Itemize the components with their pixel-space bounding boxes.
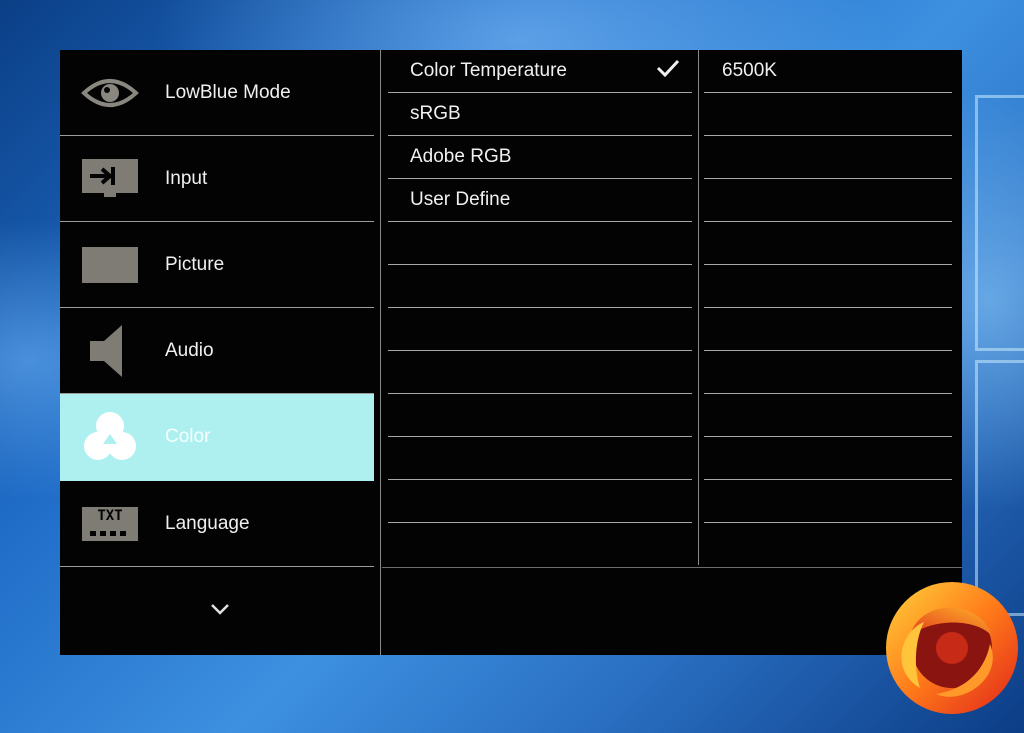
menu-item-label: Picture [165, 253, 225, 275]
value-item-label: 6500K [722, 60, 777, 81]
value-empty-row [704, 523, 952, 565]
value-empty-row [704, 394, 952, 437]
input-icon [75, 154, 145, 204]
value-empty-row [704, 179, 952, 222]
txt-icon-text: TXT [97, 507, 123, 524]
menu-item-language[interactable]: TXT Language [60, 481, 374, 567]
color-circles-icon [75, 412, 145, 462]
submenu-empty-row [388, 394, 692, 437]
value-empty-row [704, 480, 952, 523]
submenu-item-color-temperature[interactable]: Color Temperature [388, 50, 692, 93]
submenu-item-adobe-rgb[interactable]: Adobe RGB [388, 136, 692, 179]
txt-icon: TXT [75, 499, 145, 549]
value-empty-row [704, 222, 952, 265]
more-items-row[interactable] [60, 567, 380, 655]
submenu-empty-row [388, 351, 692, 394]
wallpaper-window-pane [975, 95, 1024, 351]
submenu-empty-row [388, 222, 692, 265]
menu-item-label: LowBlue Mode [165, 81, 291, 103]
submenu-item-label: Color Temperature [410, 60, 568, 81]
menu-item-audio[interactable]: Audio [60, 308, 374, 394]
value-empty-row [704, 351, 952, 394]
osd-menu: LowBlue Mode Input Picture Audio Color T… [60, 50, 962, 655]
menu-item-label: Audio [165, 339, 214, 361]
submenu-item-label: sRGB [410, 103, 461, 124]
main-menu: LowBlue Mode Input Picture Audio Color T… [60, 50, 381, 655]
value-empty-row [704, 93, 952, 136]
menu-item-lowblue-mode[interactable]: LowBlue Mode [60, 50, 374, 136]
value-empty-row [704, 136, 952, 179]
submenu-item-srgb[interactable]: sRGB [388, 93, 692, 136]
submenu-item-label: Adobe RGB [410, 146, 512, 167]
eye-icon [75, 68, 145, 118]
submenu-item-label: User Define [410, 189, 511, 210]
value-empty-row [704, 308, 952, 351]
speaker-icon [75, 324, 145, 377]
submenu-item-user-define[interactable]: User Define [388, 179, 692, 222]
watermark-logo [880, 578, 1024, 718]
menu-item-label: Color [165, 426, 211, 447]
menu-item-picture[interactable]: Picture [60, 222, 374, 308]
checkmark-icon [656, 59, 680, 83]
submenu-empty-row [388, 265, 692, 308]
submenu-empty-row [388, 480, 692, 523]
value-column: 6500K [700, 50, 962, 565]
submenu-empty-row [388, 308, 692, 351]
picture-icon [75, 240, 145, 290]
osd-bottom-strip [382, 567, 962, 656]
menu-item-color[interactable]: Color [60, 394, 374, 481]
menu-item-label: Language [165, 512, 250, 534]
submenu-empty-row [388, 437, 692, 480]
value-empty-row [704, 265, 952, 308]
chevron-down-icon[interactable] [209, 602, 231, 621]
value-item-6500k[interactable]: 6500K [704, 50, 952, 93]
menu-item-label: Input [165, 167, 208, 189]
value-empty-row [704, 437, 952, 480]
color-submenu: Color Temperature sRGB Adobe RGB User De… [382, 50, 699, 565]
menu-item-input[interactable]: Input [60, 136, 374, 222]
